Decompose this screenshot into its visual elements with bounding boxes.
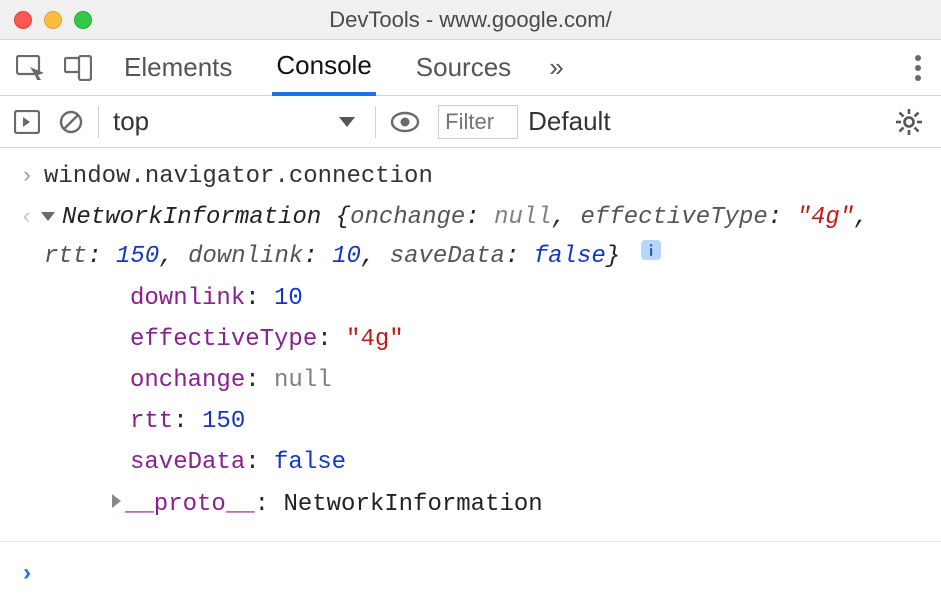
minimize-window-button[interactable]: [44, 11, 62, 29]
preview-saveData: false: [534, 243, 606, 270]
devtools-tabs-row: Elements Console Sources »: [0, 40, 941, 96]
console-output: › window.navigator.connection › NetworkI…: [0, 148, 941, 593]
prompt-icon: ›: [10, 556, 44, 593]
separator: [98, 106, 99, 138]
console-input-line: › window.navigator.connection: [0, 156, 941, 197]
preview-rtt: 150: [116, 243, 159, 270]
prop-proto[interactable]: __proto__: NetworkInformation: [44, 484, 925, 525]
devtools-tabs: Elements Console Sources: [120, 40, 515, 96]
tabs-overflow-icon[interactable]: »: [549, 52, 563, 83]
window-controls: [14, 11, 92, 29]
filter-input[interactable]: [438, 105, 518, 139]
console-toolbar: top Default: [0, 96, 941, 148]
preview-downlink: 10: [332, 243, 361, 270]
separator: [375, 106, 376, 138]
close-window-button[interactable]: [14, 11, 32, 29]
disclosure-triangle-icon[interactable]: [41, 212, 55, 221]
console-settings-icon[interactable]: [895, 108, 923, 136]
result-object-summary[interactable]: NetworkInformation {onchange: null, effe…: [44, 199, 925, 275]
chevron-down-icon: [339, 117, 355, 127]
preview-onchange: null: [494, 204, 552, 231]
prop-rtt: rtt: 150: [44, 401, 925, 442]
inspect-element-icon[interactable]: [16, 55, 46, 81]
preview-effectiveType: "4g": [797, 204, 855, 231]
prop-saveData: saveData: false: [44, 442, 925, 483]
console-sidebar-toggle-icon[interactable]: [14, 110, 40, 134]
output-indicator-icon: ›: [10, 199, 44, 235]
info-badge-icon[interactable]: [641, 236, 661, 256]
tab-sources[interactable]: Sources: [412, 40, 515, 96]
console-input-text: window.navigator.connection: [44, 158, 941, 195]
prop-effectiveType: effectiveType: "4g": [44, 319, 925, 360]
console-prompt[interactable]: ›: [0, 541, 941, 593]
tab-elements[interactable]: Elements: [120, 40, 236, 96]
log-level-select[interactable]: Default: [528, 106, 610, 137]
clear-console-icon[interactable]: [58, 109, 84, 135]
more-menu-icon[interactable]: [915, 55, 921, 81]
prop-downlink: downlink: 10: [44, 278, 925, 319]
prop-onchange: onchange: null: [44, 360, 925, 401]
console-result-line: › NetworkInformation {onchange: null, ef…: [0, 197, 941, 527]
live-expression-icon[interactable]: [390, 111, 420, 133]
result-properties: downlink: 10 effectiveType: "4g" onchang…: [44, 278, 925, 525]
execution-context-select[interactable]: top: [113, 106, 361, 137]
execution-context-label: top: [113, 106, 149, 137]
titlebar: DevTools - www.google.com/: [0, 0, 941, 40]
device-toolbar-icon[interactable]: [64, 55, 92, 81]
input-prompt-icon: ›: [10, 158, 44, 195]
zoom-window-button[interactable]: [74, 11, 92, 29]
disclosure-triangle-icon[interactable]: [112, 494, 121, 508]
result-class-name: NetworkInformation: [62, 204, 321, 231]
window-title: DevTools - www.google.com/: [0, 7, 941, 33]
tab-console[interactable]: Console: [272, 40, 375, 96]
